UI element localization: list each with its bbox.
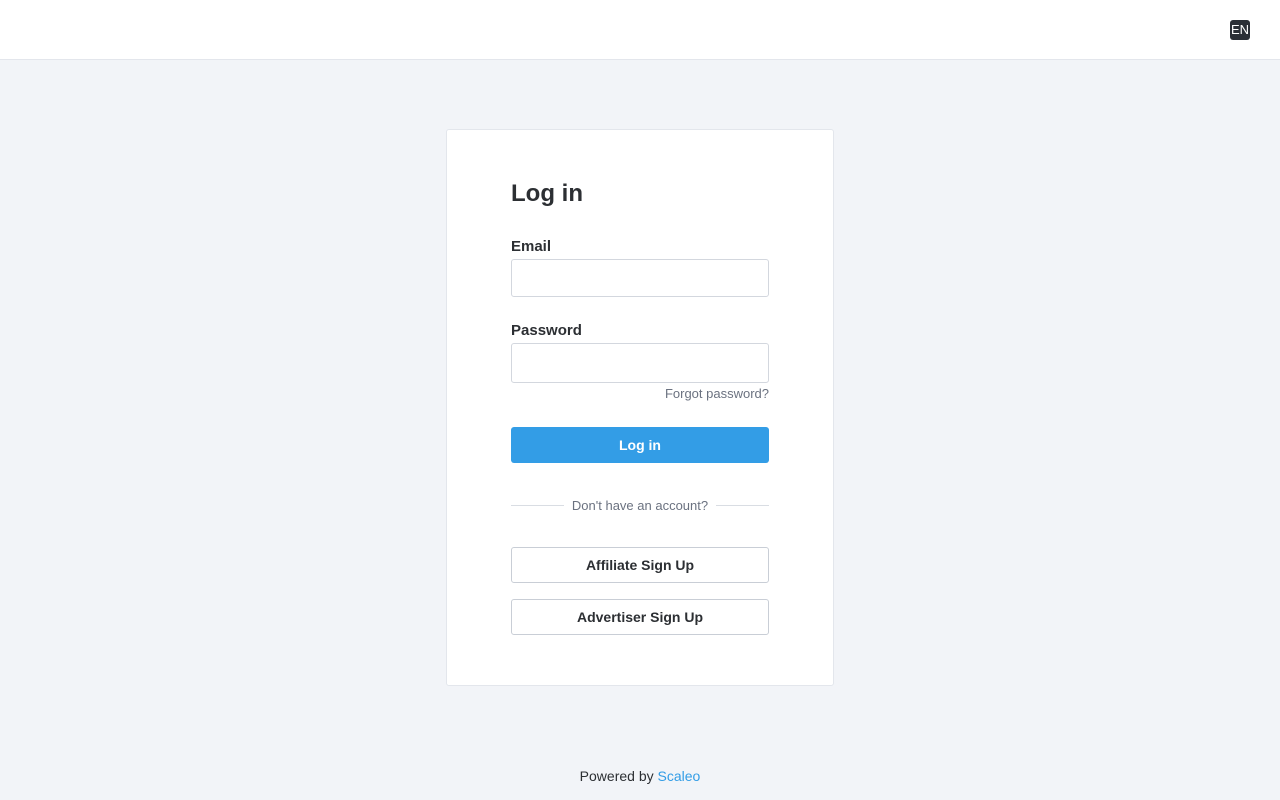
top-bar: EN [0, 0, 1280, 60]
password-field[interactable] [511, 343, 769, 383]
footer: Powered by Scaleo [0, 768, 1280, 784]
signup-divider: Don't have an account? [511, 496, 770, 514]
advertiser-signup-button[interactable]: Advertiser Sign Up [511, 599, 769, 635]
login-button[interactable]: Log in [511, 427, 769, 463]
scaleo-link[interactable]: Scaleo [658, 768, 701, 784]
powered-by-text: Powered by [579, 768, 654, 784]
page-title: Log in [511, 180, 583, 207]
password-label: Password [511, 322, 582, 339]
email-field[interactable] [511, 259, 769, 297]
divider-line-left [511, 504, 564, 506]
forgot-password-link[interactable]: Forgot password? [665, 386, 769, 401]
email-label: Email [511, 238, 552, 255]
divider-text: Don't have an account? [571, 497, 709, 513]
affiliate-signup-button[interactable]: Affiliate Sign Up [511, 547, 769, 583]
language-selector[interactable]: EN [1230, 20, 1250, 40]
login-card: Log in Email Password Forgot password? L… [446, 129, 834, 686]
divider-line-right [716, 504, 770, 506]
